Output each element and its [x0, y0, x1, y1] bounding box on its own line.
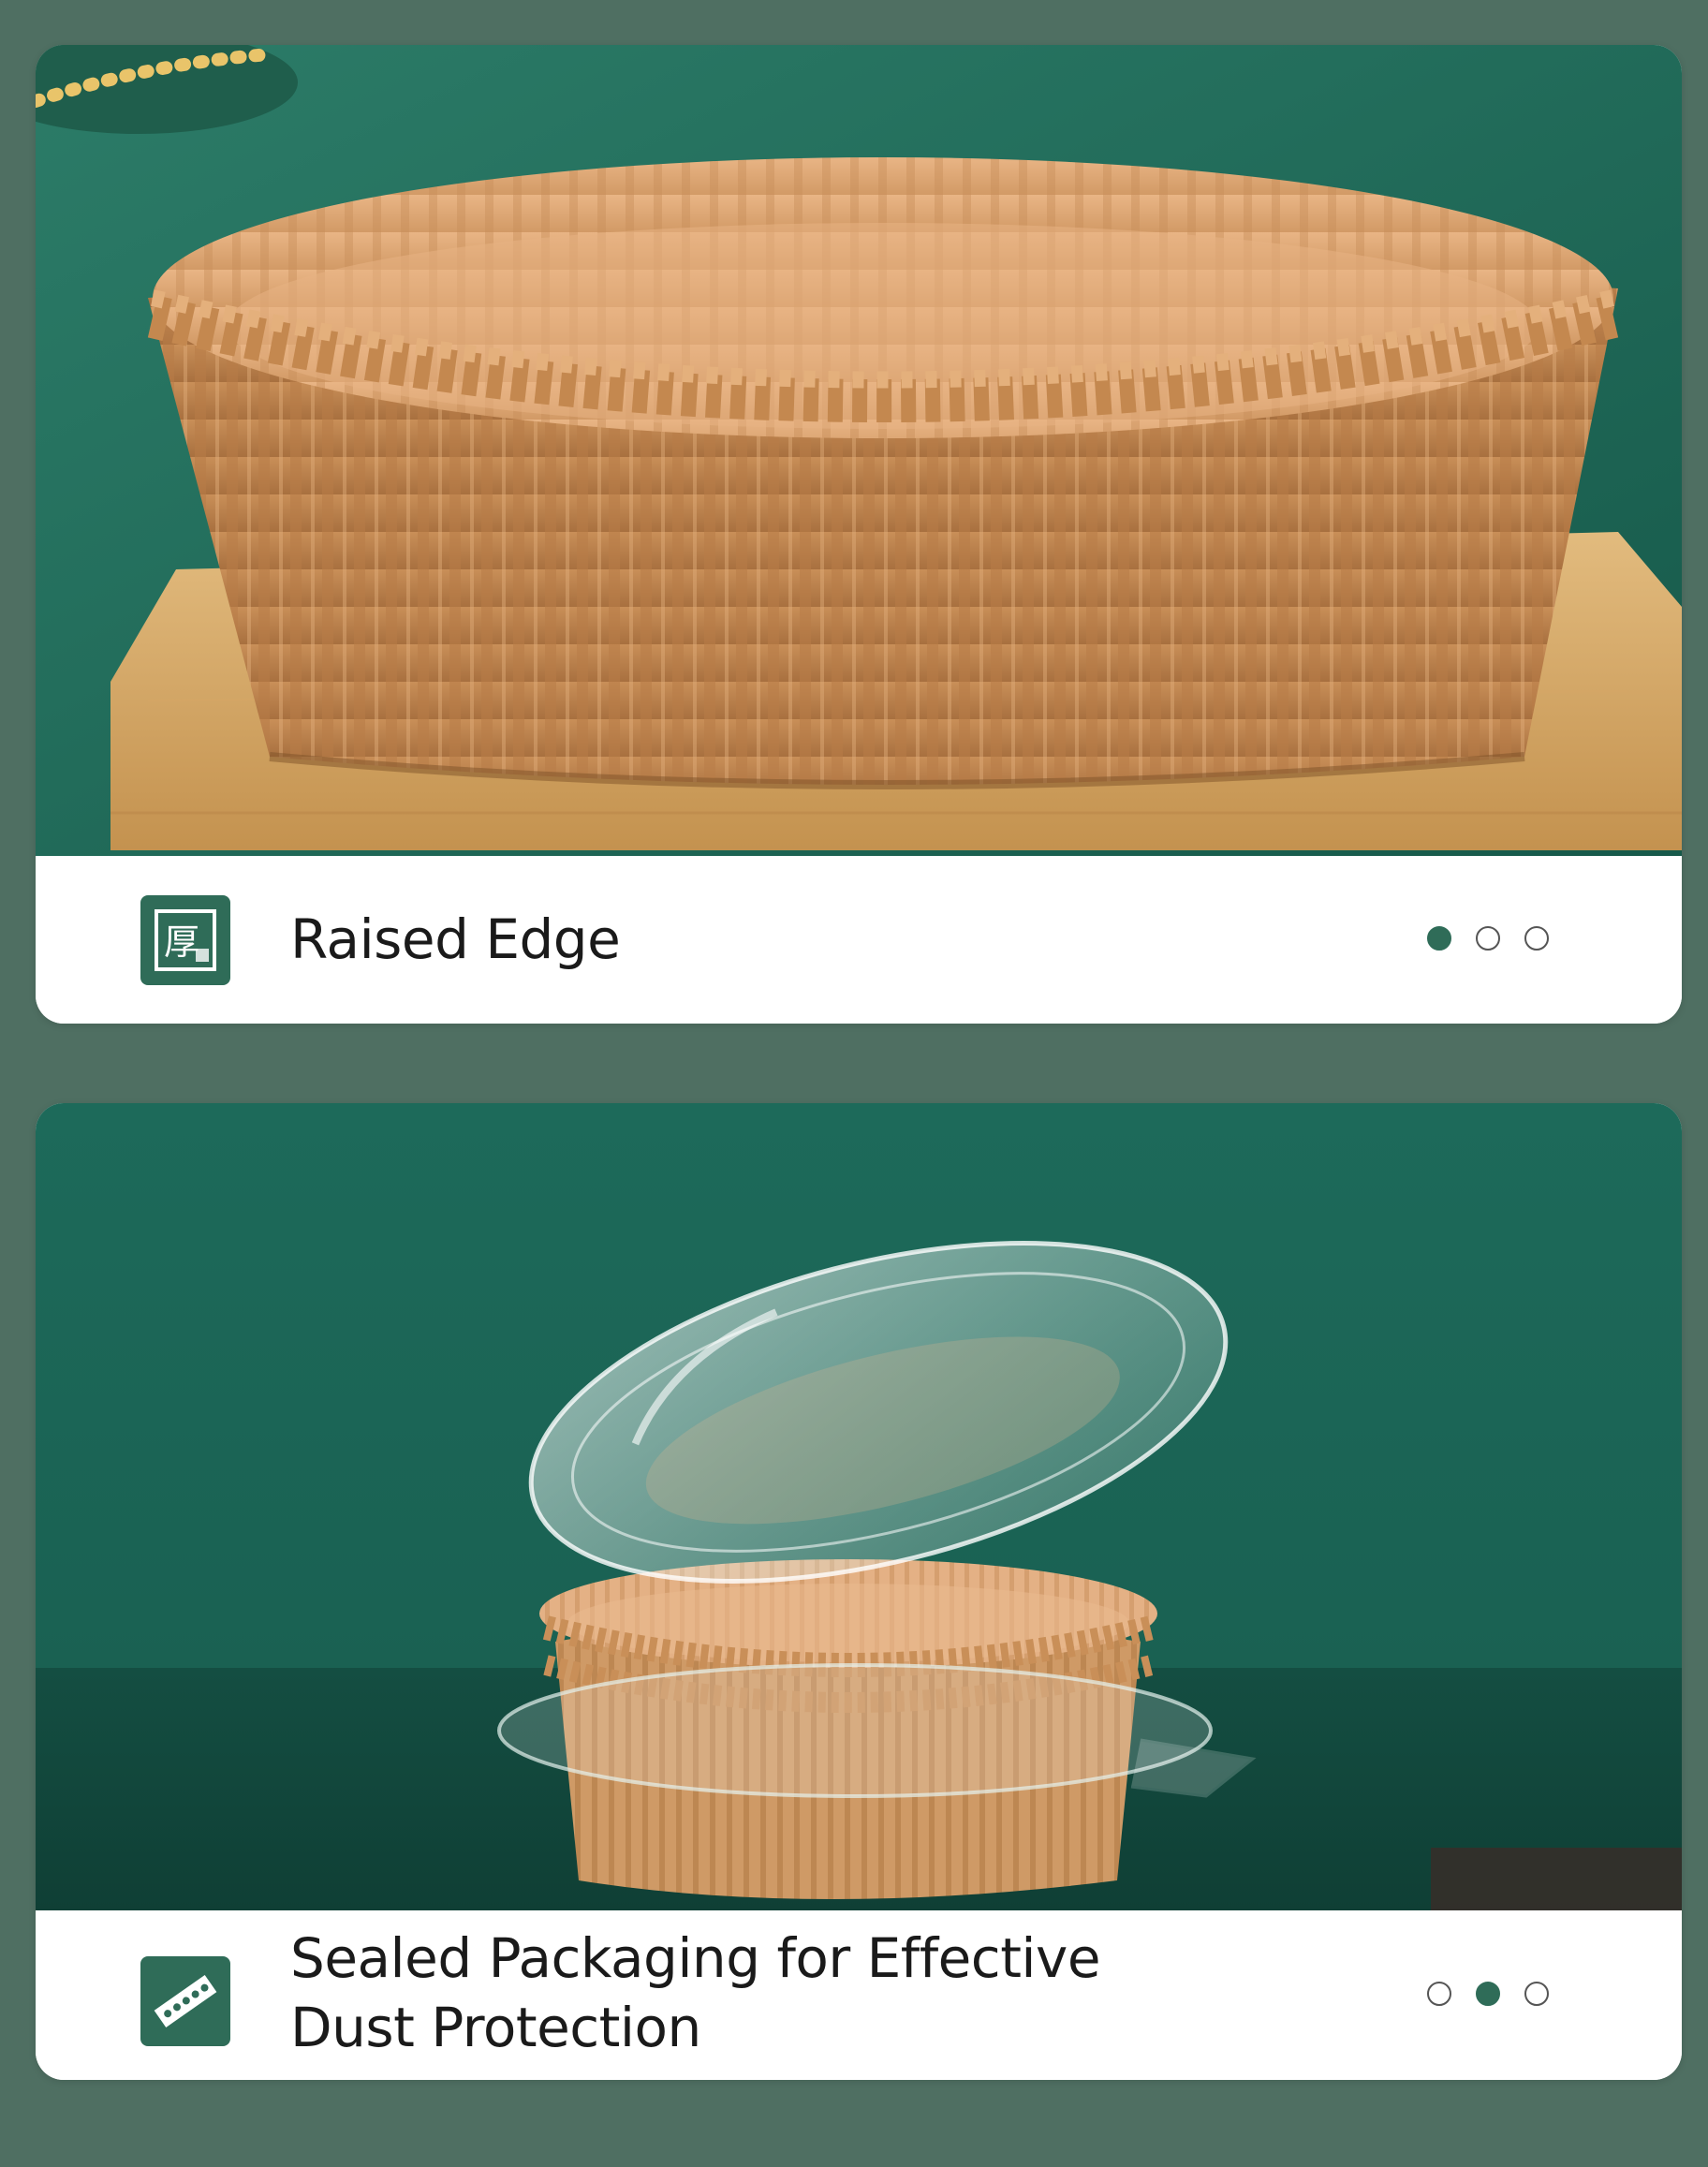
carousel-dot-1[interactable] [1427, 1982, 1451, 2006]
perforated-strip-icon [140, 1956, 230, 2046]
carousel-dot-2[interactable] [1476, 1982, 1500, 2006]
raised-edge-photo [36, 45, 1682, 856]
caption-bar: Sealed Packaging for Effective Dust Prot… [36, 1910, 1682, 2080]
carousel-dots [1427, 1982, 1549, 2006]
thick-glyph: 厚 [164, 921, 199, 963]
feature-card-sealed-packaging[interactable]: Sealed Packaging for Effective Dust Prot… [36, 1103, 1682, 2080]
feature-title: Sealed Packaging for Effective Dust Prot… [290, 1926, 1101, 2059]
sealed-packaging-photo [36, 1103, 1682, 1910]
thick-paper-icon: 厚 [140, 895, 230, 985]
feature-title: Raised Edge [290, 907, 621, 971]
carousel-dot-3[interactable] [1524, 926, 1549, 951]
carousel-dot-2[interactable] [1476, 926, 1500, 951]
caption-bar: 厚 Raised Edge [36, 856, 1682, 1024]
carousel-dot-1[interactable] [1427, 926, 1451, 951]
feature-card-raised-edge[interactable]: 厚 Raised Edge [36, 45, 1682, 1024]
carousel-dots [1427, 926, 1549, 951]
carousel-dot-3[interactable] [1524, 1982, 1549, 2006]
